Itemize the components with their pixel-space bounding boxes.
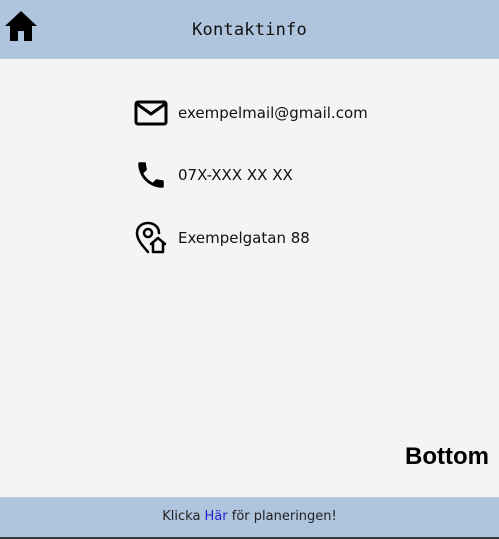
location-home-icon [134, 221, 168, 254]
contact-phone-row: 07X-XXX XX XX [134, 159, 293, 191]
mail-icon [134, 97, 168, 129]
footer-bar: Klicka Här för planeringen! [0, 497, 499, 537]
footer-prefix: Klicka [162, 509, 205, 524]
footer-suffix: för planeringen! [227, 509, 337, 524]
phone-icon [134, 159, 168, 191]
bottom-label: Bottom [405, 443, 489, 470]
header-bar: Kontaktinfo [0, 0, 499, 59]
phone-text: 07X-XXX XX XX [178, 166, 293, 184]
address-text: Exempelgatan 88 [178, 229, 310, 247]
contact-address-row: Exempelgatan 88 [134, 221, 310, 254]
contact-email-row: exempelmail@gmail.com [134, 97, 368, 129]
planning-link[interactable]: Här [205, 509, 228, 524]
page-title: Kontaktinfo [192, 20, 307, 40]
email-text: exempelmail@gmail.com [178, 104, 368, 122]
